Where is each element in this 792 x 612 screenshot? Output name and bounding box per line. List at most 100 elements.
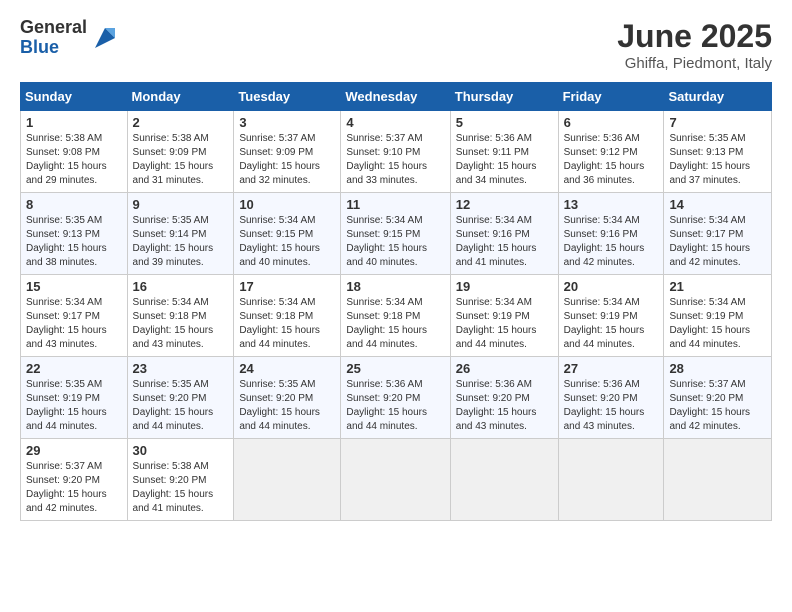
day-info: Sunrise: 5:36 AM Sunset: 9:12 PM Dayligh… [564, 132, 659, 188]
calendar-header: SundayMondayTuesdayWednesdayThursdayFrid… [21, 83, 772, 111]
day-number: 9 [133, 197, 229, 212]
calendar-cell: 24Sunrise: 5:35 AM Sunset: 9:20 PM Dayli… [234, 357, 341, 439]
day-info: Sunrise: 5:37 AM Sunset: 9:20 PM Dayligh… [669, 378, 766, 434]
day-number: 13 [564, 197, 659, 212]
calendar-cell: 14Sunrise: 5:34 AM Sunset: 9:17 PM Dayli… [664, 193, 772, 275]
day-number: 17 [239, 279, 335, 294]
weekday-header: Sunday [21, 83, 128, 111]
calendar-cell: 22 Sunrise: 5:35 AM Sunset: 9:19 PM Dayli… [21, 357, 128, 439]
day-number: 27 [564, 361, 659, 376]
calendar-cell: 12Sunrise: 5:34 AM Sunset: 9:16 PM Dayli… [450, 193, 558, 275]
day-info: Sunrise: 5:36 AM Sunset: 9:20 PM Dayligh… [456, 378, 553, 434]
day-number: 5 [456, 115, 553, 130]
weekday-row: SundayMondayTuesdayWednesdayThursdayFrid… [21, 83, 772, 111]
day-info: Sunrise: 5:34 AM Sunset: 9:16 PM Dayligh… [456, 214, 553, 270]
day-number: 28 [669, 361, 766, 376]
day-info: Sunrise: 5:34 AM Sunset: 9:18 PM Dayligh… [133, 296, 229, 352]
day-number: 19 [456, 279, 553, 294]
calendar-week: 29 Sunrise: 5:37 AM Sunset: 9:20 PM Dayli… [21, 439, 772, 521]
calendar-cell: 21 Sunrise: 5:34 AM Sunset: 9:19 PM Dayli… [664, 275, 772, 357]
logo-blue: Blue [20, 38, 87, 58]
day-number: 30 [133, 443, 229, 458]
calendar-cell: 27 Sunrise: 5:36 AM Sunset: 9:20 PM Dayli… [558, 357, 664, 439]
day-info: Sunrise: 5:36 AM Sunset: 9:20 PM Dayligh… [346, 378, 444, 434]
day-number: 24 [239, 361, 335, 376]
day-number: 7 [669, 115, 766, 130]
calendar-cell: 3Sunrise: 5:37 AM Sunset: 9:09 PM Daylig… [234, 111, 341, 193]
day-info: Sunrise: 5:36 AM Sunset: 9:20 PM Dayligh… [564, 378, 659, 434]
day-number: 14 [669, 197, 766, 212]
calendar-cell: 6 Sunrise: 5:36 AM Sunset: 9:12 PM Daylig… [558, 111, 664, 193]
day-info: Sunrise: 5:34 AM Sunset: 9:19 PM Dayligh… [456, 296, 553, 352]
calendar-cell: 15 Sunrise: 5:34 AM Sunset: 9:17 PM Dayli… [21, 275, 128, 357]
day-number: 29 [26, 443, 122, 458]
page-header: General Blue June 2025 Ghiffa, Piedmont,… [20, 18, 772, 72]
day-info: Sunrise: 5:34 AM Sunset: 9:16 PM Dayligh… [564, 214, 659, 270]
day-info: Sunrise: 5:35 AM Sunset: 9:13 PM Dayligh… [26, 214, 122, 270]
calendar-cell: 10 Sunrise: 5:34 AM Sunset: 9:15 PM Dayli… [234, 193, 341, 275]
day-number: 10 [239, 197, 335, 212]
calendar-cell: 9 Sunrise: 5:35 AM Sunset: 9:14 PM Daylig… [127, 193, 234, 275]
day-info: Sunrise: 5:34 AM Sunset: 9:17 PM Dayligh… [26, 296, 122, 352]
day-info: Sunrise: 5:34 AM Sunset: 9:15 PM Dayligh… [239, 214, 335, 270]
day-number: 2 [133, 115, 229, 130]
calendar-week: 15 Sunrise: 5:34 AM Sunset: 9:17 PM Dayli… [21, 275, 772, 357]
day-number: 4 [346, 115, 444, 130]
calendar-week: 22 Sunrise: 5:35 AM Sunset: 9:19 PM Dayli… [21, 357, 772, 439]
day-info: Sunrise: 5:38 AM Sunset: 9:08 PM Dayligh… [26, 132, 122, 188]
calendar-cell: 18 Sunrise: 5:34 AM Sunset: 9:18 PM Dayli… [341, 275, 450, 357]
weekday-header: Wednesday [341, 83, 450, 111]
calendar-cell: 29 Sunrise: 5:37 AM Sunset: 9:20 PM Dayli… [21, 439, 128, 521]
calendar-cell: 23Sunrise: 5:35 AM Sunset: 9:20 PM Dayli… [127, 357, 234, 439]
day-number: 18 [346, 279, 444, 294]
day-info: Sunrise: 5:34 AM Sunset: 9:15 PM Dayligh… [346, 214, 444, 270]
calendar-week: 8 Sunrise: 5:35 AM Sunset: 9:13 PM Daylig… [21, 193, 772, 275]
calendar-cell [341, 439, 450, 521]
day-number: 21 [669, 279, 766, 294]
calendar-page: General Blue June 2025 Ghiffa, Piedmont,… [0, 0, 792, 612]
calendar-cell: 1 Sunrise: 5:38 AM Sunset: 9:08 PM Daylig… [21, 111, 128, 193]
calendar-cell: 19 Sunrise: 5:34 AM Sunset: 9:19 PM Dayli… [450, 275, 558, 357]
calendar-cell [558, 439, 664, 521]
calendar-cell: 28 Sunrise: 5:37 AM Sunset: 9:20 PM Dayli… [664, 357, 772, 439]
day-info: Sunrise: 5:34 AM Sunset: 9:19 PM Dayligh… [669, 296, 766, 352]
calendar-cell: 8 Sunrise: 5:35 AM Sunset: 9:13 PM Daylig… [21, 193, 128, 275]
day-number: 22 [26, 361, 122, 376]
calendar-cell: 2 Sunrise: 5:38 AM Sunset: 9:09 PM Daylig… [127, 111, 234, 193]
day-info: Sunrise: 5:34 AM Sunset: 9:18 PM Dayligh… [346, 296, 444, 352]
calendar-cell: 5 Sunrise: 5:36 AM Sunset: 9:11 PM Daylig… [450, 111, 558, 193]
day-info: Sunrise: 5:35 AM Sunset: 9:19 PM Dayligh… [26, 378, 122, 434]
calendar-cell: 7 Sunrise: 5:35 AM Sunset: 9:13 PM Daylig… [664, 111, 772, 193]
day-info: Sunrise: 5:37 AM Sunset: 9:10 PM Dayligh… [346, 132, 444, 188]
day-info: Sunrise: 5:38 AM Sunset: 9:09 PM Dayligh… [133, 132, 229, 188]
weekday-header: Saturday [664, 83, 772, 111]
day-info: Sunrise: 5:35 AM Sunset: 9:14 PM Dayligh… [133, 214, 229, 270]
day-info: Sunrise: 5:38 AM Sunset: 9:20 PM Dayligh… [133, 460, 229, 516]
calendar-body: 1 Sunrise: 5:38 AM Sunset: 9:08 PM Daylig… [21, 111, 772, 521]
weekday-header: Friday [558, 83, 664, 111]
calendar-week: 1 Sunrise: 5:38 AM Sunset: 9:08 PM Daylig… [21, 111, 772, 193]
calendar-cell [234, 439, 341, 521]
day-info: Sunrise: 5:37 AM Sunset: 9:20 PM Dayligh… [26, 460, 122, 516]
day-number: 8 [26, 197, 122, 212]
day-number: 25 [346, 361, 444, 376]
calendar-cell: 20Sunrise: 5:34 AM Sunset: 9:19 PM Dayli… [558, 275, 664, 357]
calendar-table: SundayMondayTuesdayWednesdayThursdayFrid… [20, 82, 772, 521]
day-number: 23 [133, 361, 229, 376]
location: Ghiffa, Piedmont, Italy [617, 55, 772, 72]
day-number: 26 [456, 361, 553, 376]
logo: General Blue [20, 18, 119, 58]
day-number: 16 [133, 279, 229, 294]
day-number: 6 [564, 115, 659, 130]
calendar-cell: 11 Sunrise: 5:34 AM Sunset: 9:15 PM Dayli… [341, 193, 450, 275]
day-number: 1 [26, 115, 122, 130]
day-info: Sunrise: 5:36 AM Sunset: 9:11 PM Dayligh… [456, 132, 553, 188]
logo-icon [91, 24, 119, 52]
day-info: Sunrise: 5:35 AM Sunset: 9:13 PM Dayligh… [669, 132, 766, 188]
logo-general: General [20, 18, 87, 38]
calendar-cell: 17Sunrise: 5:34 AM Sunset: 9:18 PM Dayli… [234, 275, 341, 357]
calendar-cell: 26 Sunrise: 5:36 AM Sunset: 9:20 PM Dayli… [450, 357, 558, 439]
calendar-cell: 13 Sunrise: 5:34 AM Sunset: 9:16 PM Dayli… [558, 193, 664, 275]
day-number: 11 [346, 197, 444, 212]
day-number: 15 [26, 279, 122, 294]
